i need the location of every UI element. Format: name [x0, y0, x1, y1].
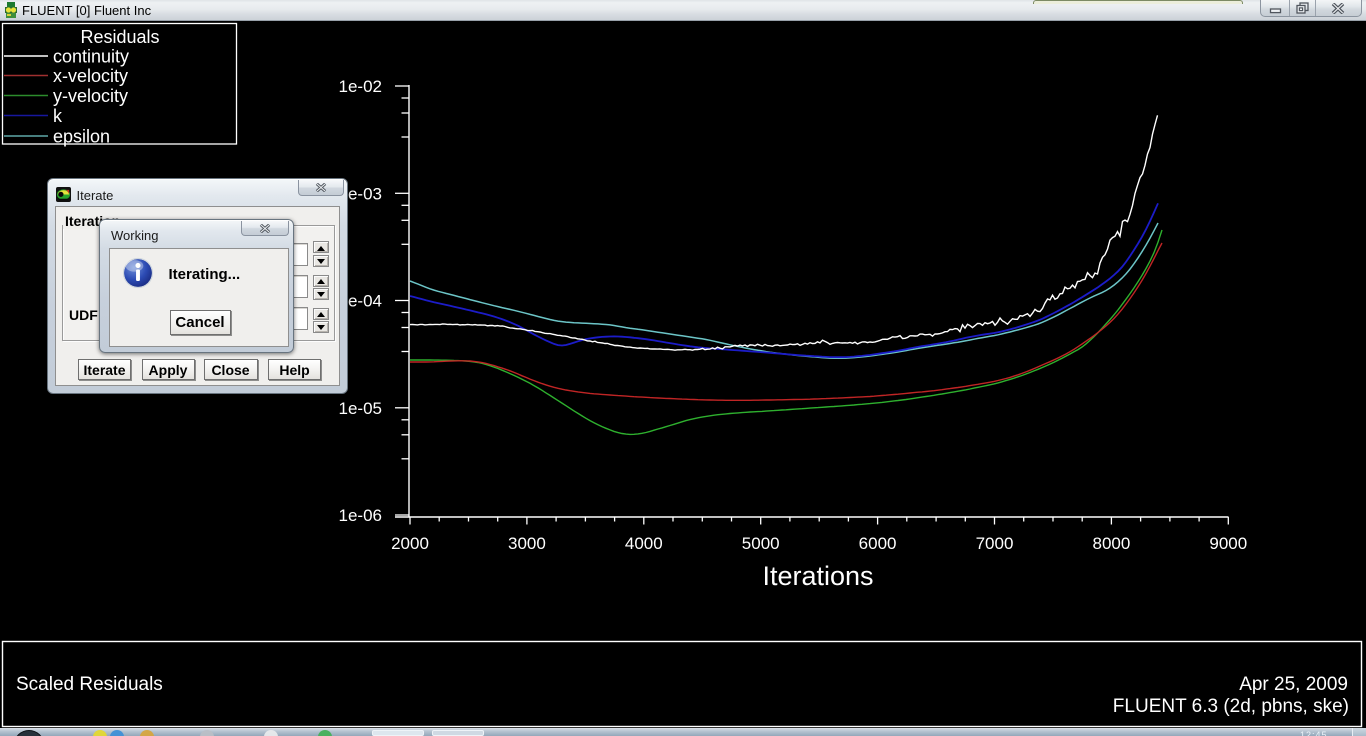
svg-text:Iterations: Iterations	[762, 561, 873, 591]
svg-text:8000: 8000	[1092, 534, 1130, 553]
svg-text:x-velocity: x-velocity	[53, 66, 128, 86]
svg-text:Apr 25, 2009: Apr 25, 2009	[1239, 674, 1348, 695]
svg-text:4000: 4000	[625, 534, 663, 553]
svg-text:1e-02: 1e-02	[339, 77, 382, 96]
svg-text:continuity: continuity	[53, 47, 129, 67]
svg-text:5000: 5000	[742, 534, 780, 553]
svg-text:3000: 3000	[508, 534, 546, 553]
svg-text:9000: 9000	[1209, 534, 1247, 553]
svg-text:FLUENT 6.3 (2d, pbns, ske): FLUENT 6.3 (2d, pbns, ske)	[1113, 696, 1349, 717]
svg-text:k: k	[53, 106, 63, 126]
svg-text:Residuals: Residuals	[80, 27, 159, 47]
svg-text:1e-05: 1e-05	[339, 399, 382, 418]
svg-text:epsilon: epsilon	[53, 127, 110, 147]
svg-text:y-velocity: y-velocity	[53, 86, 128, 106]
svg-text:6000: 6000	[859, 534, 897, 553]
svg-text:2000: 2000	[391, 534, 429, 553]
svg-text:Scaled Residuals: Scaled Residuals	[16, 674, 163, 695]
svg-text:1e-06: 1e-06	[339, 506, 382, 525]
svg-text:7000: 7000	[976, 534, 1014, 553]
